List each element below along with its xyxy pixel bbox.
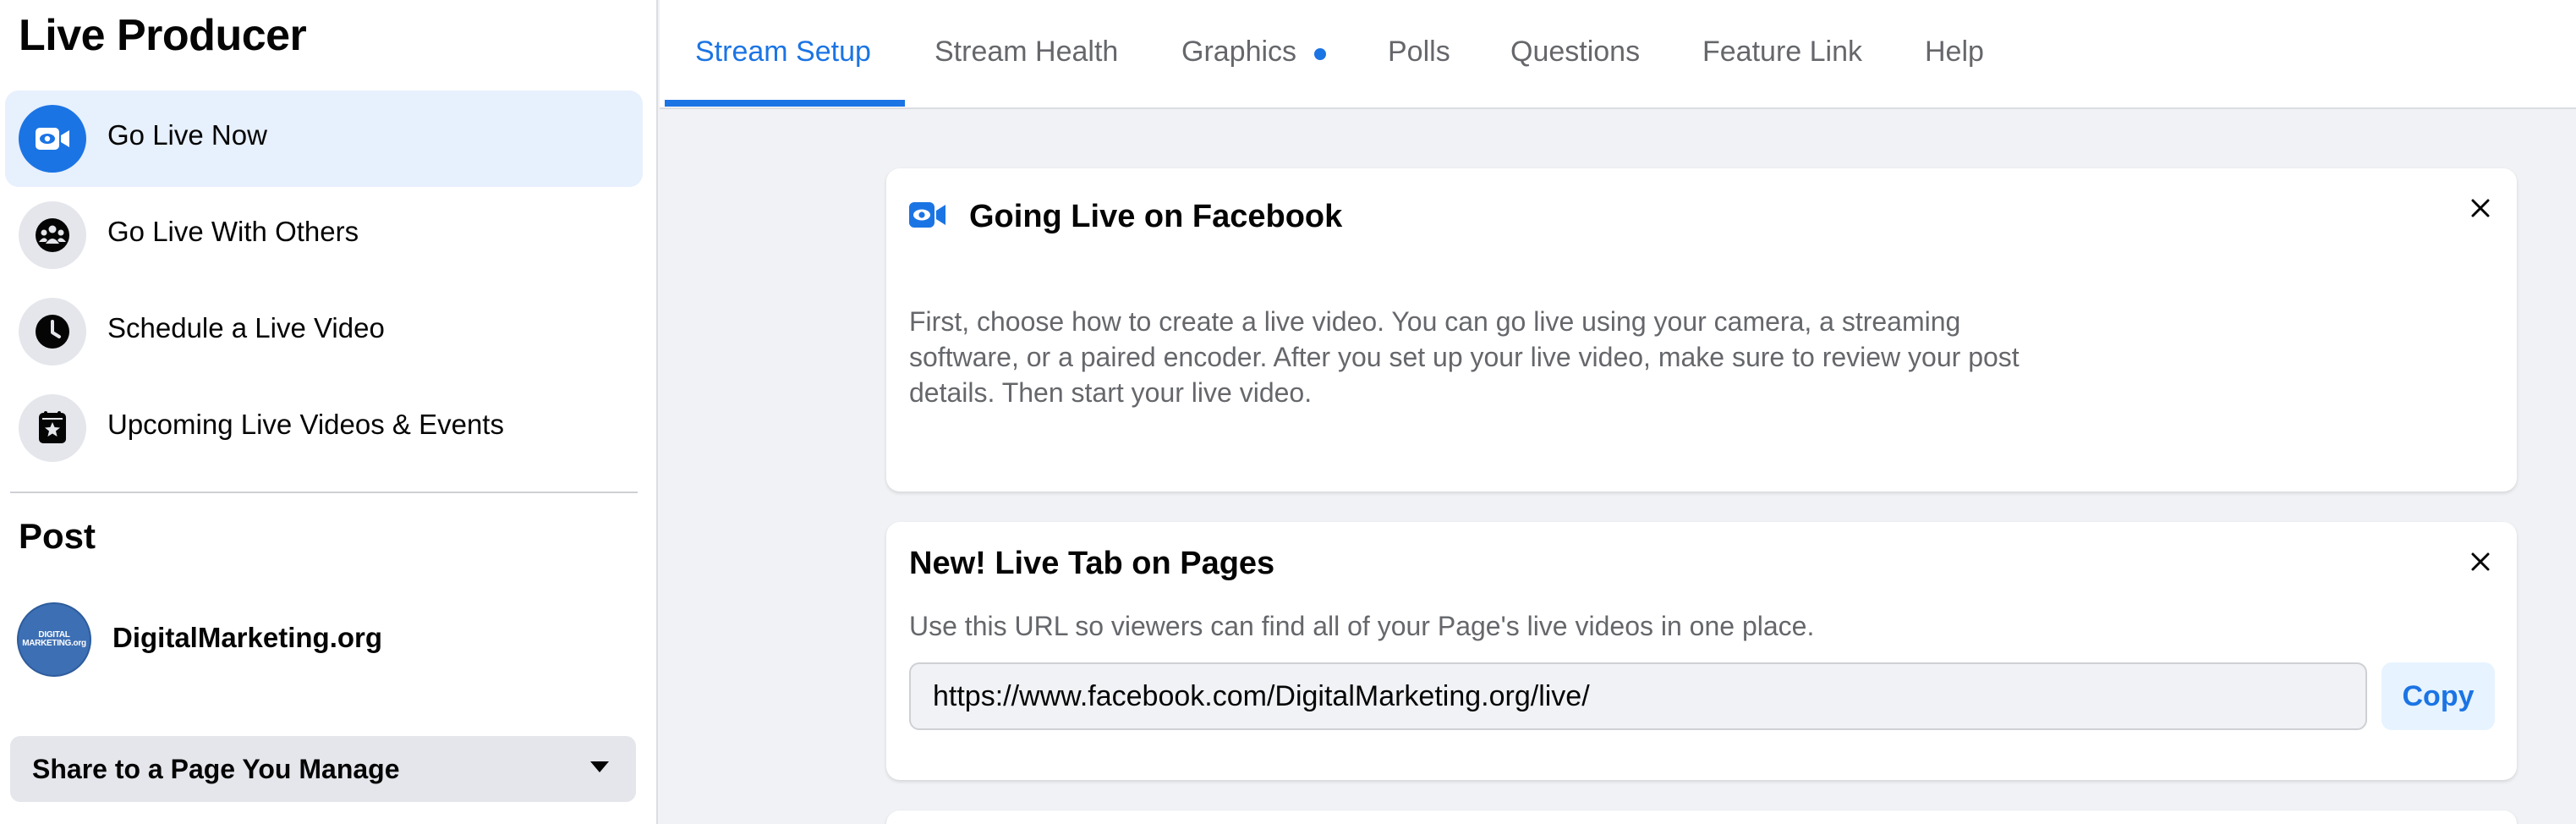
post-page-name: DigitalMarketing.org <box>112 622 383 653</box>
going-live-description: First, choose how to create a live video… <box>909 306 2020 408</box>
tab-label: Feature Link <box>1702 36 1862 68</box>
post-section-title: Post <box>19 516 96 556</box>
tab-bar: Stream Setup Stream Health Graphics Poll… <box>660 0 2576 109</box>
caret-down-icon <box>590 761 609 772</box>
close-icon[interactable] <box>2466 194 2495 222</box>
live-url-field[interactable] <box>909 662 2367 730</box>
live-tab-card: New! Live Tab on Pages Use this URL so v… <box>886 522 2517 780</box>
tab-label: Polls <box>1388 36 1450 68</box>
sidebar-item-label: Upcoming Live Videos & Events <box>107 409 504 440</box>
sidebar-item-go-live-now[interactable]: Go Live Now <box>5 91 643 187</box>
notification-dot-icon <box>1314 48 1326 60</box>
sidebar-item-go-live-with-others[interactable]: Go Live With Others <box>5 187 643 283</box>
next-card <box>886 810 2517 824</box>
video-camera-icon <box>909 202 945 228</box>
sidebar-item-upcoming-live-videos[interactable]: Upcoming Live Videos & Events <box>5 380 643 476</box>
sidebar-item-label: Go Live With Others <box>107 216 359 247</box>
share-to-page-dropdown[interactable]: Share to a Page You Manage <box>10 736 636 802</box>
avatar-text-line2: MARKETING.org <box>22 639 86 648</box>
tab-label: Questions <box>1510 36 1641 68</box>
post-page-row[interactable]: DIGITAL MARKETING.org DigitalMarketing.o… <box>17 601 626 678</box>
sidebar-item-label: Schedule a Live Video <box>107 312 385 343</box>
tab-label: Help <box>1925 36 1984 68</box>
tab-label: Stream Setup <box>695 36 871 68</box>
copy-button[interactable]: Copy <box>2381 662 2495 730</box>
going-live-card: Going Live on Facebook First, choose how… <box>886 168 2517 492</box>
app-title: Live Producer <box>19 11 307 60</box>
tab-label: Graphics <box>1181 36 1297 68</box>
group-icon <box>19 201 86 269</box>
video-camera-icon <box>19 105 86 173</box>
close-icon[interactable] <box>2466 547 2495 576</box>
clock-icon <box>19 298 86 365</box>
active-tab-indicator <box>665 100 905 107</box>
live-tab-title: New! Live Tab on Pages <box>909 546 1275 581</box>
sidebar-item-schedule-live-video[interactable]: Schedule a Live Video <box>5 283 643 380</box>
sidebar: Live Producer Go Live Now Go Live With O… <box>0 0 658 824</box>
tab-label: Stream Health <box>934 36 1119 68</box>
share-select-value: Share to a Page You Manage <box>32 754 400 784</box>
calendar-star-icon <box>19 394 86 462</box>
avatar: DIGITAL MARKETING.org <box>17 602 91 677</box>
going-live-title: Going Live on Facebook <box>969 199 1343 234</box>
sidebar-item-label: Go Live Now <box>107 119 267 151</box>
live-tab-description: Use this URL so viewers can find all of … <box>909 611 1815 641</box>
sidebar-divider <box>10 492 638 493</box>
